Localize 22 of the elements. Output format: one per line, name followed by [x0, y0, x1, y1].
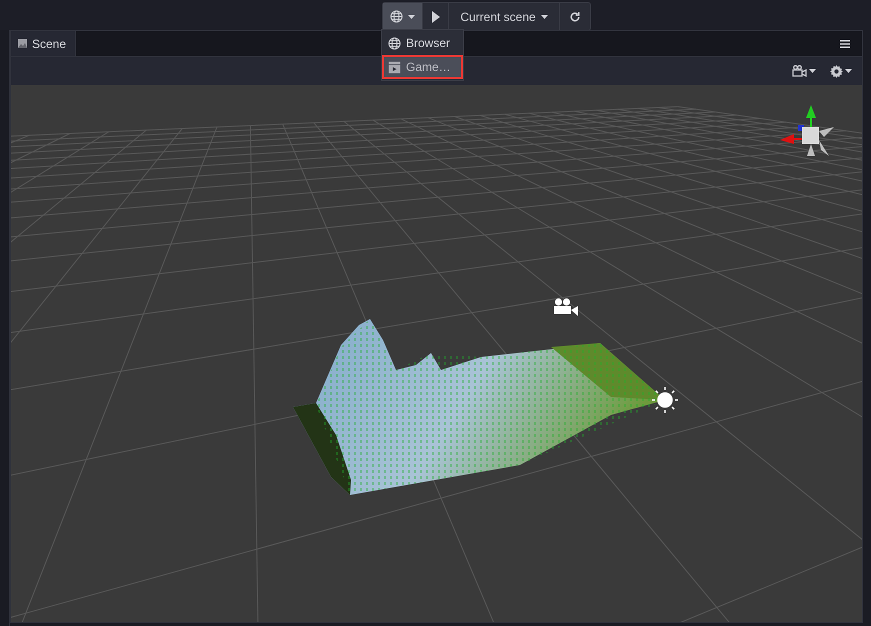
caret-icon [408, 14, 415, 18]
refresh-icon [569, 10, 581, 22]
caret-icon [540, 14, 548, 18]
caret-icon [845, 69, 852, 73]
caret-icon [809, 69, 816, 73]
camera-button[interactable] [792, 65, 816, 77]
scene-tab[interactable]: Scene [11, 31, 76, 56]
clapperboard-icon [388, 60, 401, 74]
axis-gizmo-drawing [780, 105, 834, 156]
image-icon [18, 39, 27, 48]
play-icon [432, 10, 440, 22]
globe-icon [390, 10, 403, 23]
preview-mode-button[interactable] [383, 3, 423, 30]
sun-icon [652, 387, 678, 413]
settings-button[interactable] [830, 64, 852, 78]
menu-item[interactable]: Game… [382, 55, 463, 79]
settings-icon [830, 64, 843, 78]
menu-icon [840, 40, 850, 48]
video-camera-icon [792, 65, 807, 77]
video-camera-icon [554, 298, 578, 316]
menu-item[interactable]: Browser [382, 31, 463, 55]
globe-icon [388, 36, 401, 50]
